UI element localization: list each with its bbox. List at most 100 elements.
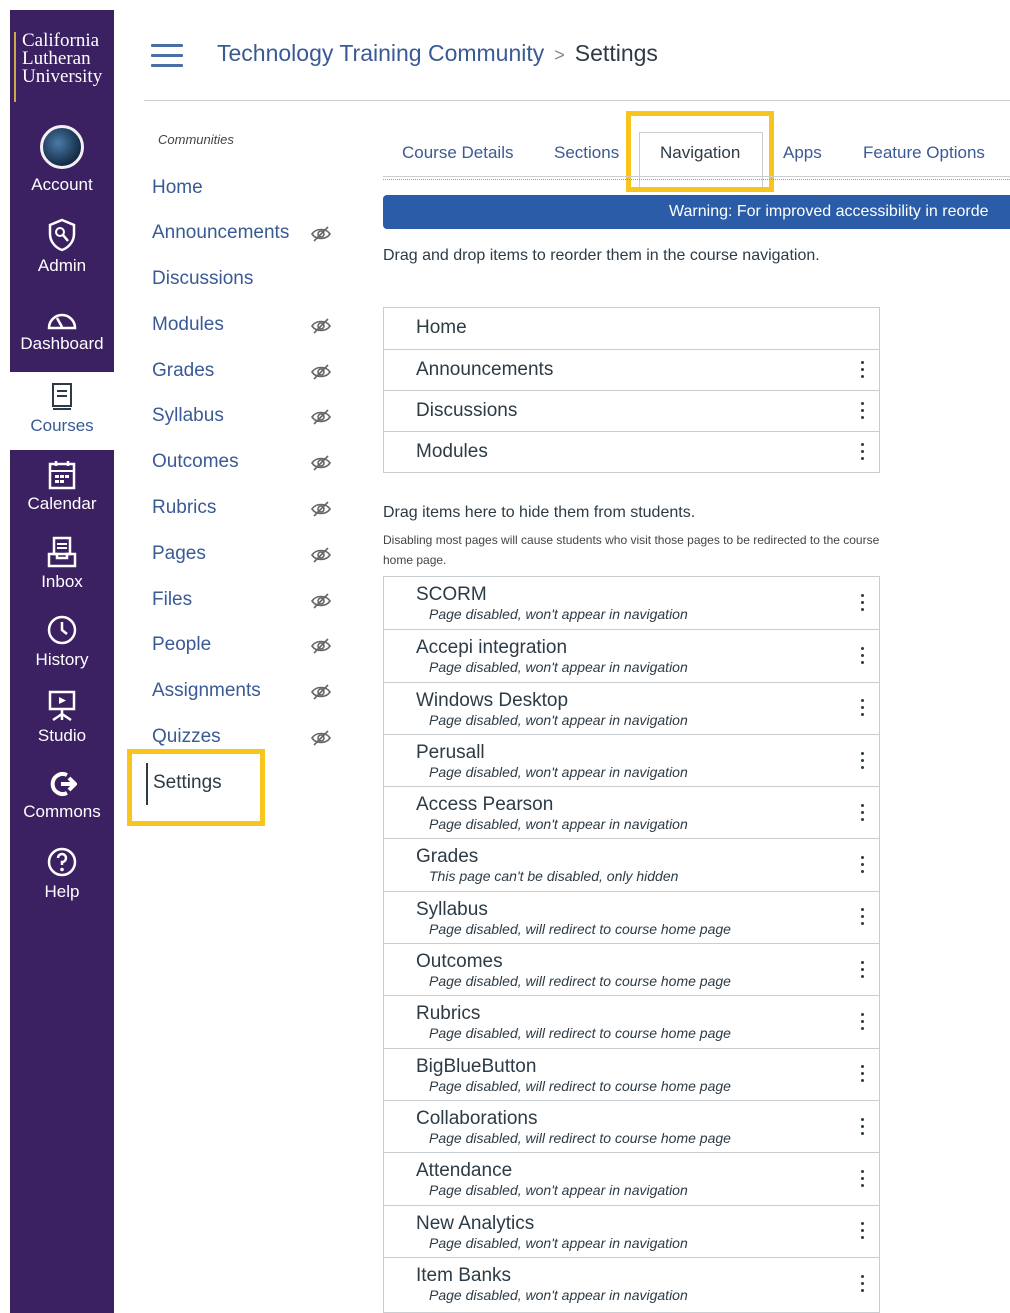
course-nav-item-discussions[interactable]: Discussions bbox=[152, 268, 253, 290]
hidden-eye-icon bbox=[310, 637, 332, 655]
hamburger-menu-button[interactable] bbox=[151, 44, 183, 68]
accessibility-warning-banner: Warning: For improved accessibility in r… bbox=[383, 195, 1010, 229]
global-nav-dashboard[interactable]: Dashboard bbox=[10, 308, 114, 354]
hidden-item-status: Page disabled, will redirect to course h… bbox=[429, 973, 731, 990]
global-nav-studio[interactable]: Studio bbox=[10, 690, 114, 746]
item-options-kebab-icon[interactable] bbox=[861, 361, 865, 379]
global-nav-label: Dashboard bbox=[20, 334, 104, 353]
item-options-kebab-icon[interactable] bbox=[861, 960, 865, 979]
global-nav-history[interactable]: History bbox=[10, 614, 114, 670]
item-options-kebab-icon[interactable] bbox=[861, 803, 865, 822]
hidden-item-row[interactable]: Collaborations Page disabled, will redire… bbox=[384, 1099, 879, 1152]
item-options-kebab-icon[interactable] bbox=[861, 1117, 865, 1136]
item-options-kebab-icon[interactable] bbox=[861, 856, 865, 874]
course-nav-item-grades[interactable]: Grades bbox=[152, 360, 214, 382]
global-nav-help[interactable]: Help bbox=[10, 846, 114, 902]
hidden-item-status: Page disabled, won't appear in navigatio… bbox=[429, 1234, 688, 1251]
shield-icon bbox=[48, 218, 76, 252]
course-nav-title: Communities bbox=[158, 132, 234, 147]
course-nav-item-assignments[interactable]: Assignments bbox=[152, 680, 261, 702]
item-options-kebab-icon[interactable] bbox=[861, 594, 865, 612]
course-nav-item-settings[interactable]: Settings bbox=[146, 763, 222, 805]
hidden-item-row[interactable]: Grades This page can't be disabled, only … bbox=[384, 838, 879, 890]
hidden-item-name: Grades bbox=[416, 846, 479, 868]
nav-item-row[interactable]: Home bbox=[384, 308, 879, 349]
nav-item-row[interactable]: Modules bbox=[384, 431, 879, 472]
course-nav-item-files[interactable]: Files bbox=[152, 589, 192, 611]
item-options-kebab-icon[interactable] bbox=[861, 751, 865, 770]
hidden-item-status: Page disabled, will redirect to course h… bbox=[429, 920, 731, 937]
nav-item-label: Discussions bbox=[416, 400, 518, 421]
course-nav-item-people[interactable]: People bbox=[152, 634, 211, 656]
global-nav-calendar[interactable]: Calendar bbox=[10, 460, 114, 514]
hidden-item-row[interactable]: Outcomes Page disabled, will redirect to … bbox=[384, 943, 879, 995]
book-icon bbox=[52, 383, 72, 410]
hidden-item-row[interactable]: Accepi integration Page disabled, won't a… bbox=[384, 629, 879, 681]
tab-course-details[interactable]: Course Details bbox=[402, 143, 514, 163]
global-nav-admin[interactable]: Admin bbox=[10, 218, 114, 276]
item-options-kebab-icon[interactable] bbox=[861, 908, 865, 926]
hidden-eye-icon bbox=[310, 317, 332, 335]
hidden-eye-icon bbox=[310, 546, 332, 564]
university-logo[interactable]: California Lutheran University bbox=[14, 31, 110, 102]
tab-apps[interactable]: Apps bbox=[783, 143, 822, 163]
hidden-item-status: Page disabled, won't appear in navigatio… bbox=[429, 1182, 688, 1199]
item-options-kebab-icon[interactable] bbox=[861, 402, 865, 420]
hidden-item-row[interactable]: Item Banks Page disabled, won't appear in… bbox=[384, 1256, 879, 1309]
hidden-item-row[interactable]: Windows Desktop Page disabled, won't appe… bbox=[384, 681, 879, 734]
header-divider bbox=[144, 100, 1010, 101]
course-nav-item-home[interactable]: Home bbox=[152, 177, 203, 199]
course-nav-item-pages[interactable]: Pages bbox=[152, 543, 206, 565]
hidden-item-name: Item Banks bbox=[416, 1264, 512, 1286]
calendar-icon bbox=[48, 461, 76, 490]
breadcrumb-course-link[interactable]: Technology Training Community bbox=[217, 40, 544, 66]
course-nav-item-syllabus[interactable]: Syllabus bbox=[152, 405, 224, 427]
nav-item-row[interactable]: Discussions bbox=[384, 390, 879, 431]
course-nav-item-modules[interactable]: Modules bbox=[152, 314, 224, 336]
global-nav-label: Account bbox=[31, 175, 93, 194]
global-navigation: California Lutheran University Account A… bbox=[10, 10, 114, 1313]
hidden-item-status: Page disabled, will redirect to course h… bbox=[429, 1129, 731, 1146]
hidden-item-row[interactable]: Perusall Page disabled, won't appear in n… bbox=[384, 733, 879, 786]
course-nav-item-announcements[interactable]: Announcements bbox=[152, 222, 289, 244]
item-options-kebab-icon[interactable] bbox=[861, 1065, 865, 1083]
hidden-item-row[interactable]: Rubrics Page disabled, will redirect to c… bbox=[384, 995, 879, 1047]
hidden-item-row[interactable]: BigBlueButton Page disabled, will redirec… bbox=[384, 1047, 879, 1100]
tab-feature-options[interactable]: Feature Options bbox=[863, 143, 985, 163]
nav-item-row[interactable]: Announcements bbox=[384, 349, 879, 390]
hidden-item-row[interactable]: SCORM Page disabled, won't appear in navi… bbox=[384, 577, 879, 629]
hidden-eye-icon bbox=[310, 729, 332, 747]
hidden-item-row[interactable]: New Analytics Page disabled, won't appear… bbox=[384, 1204, 879, 1257]
hidden-eye-icon bbox=[310, 408, 332, 426]
hidden-item-row[interactable]: Syllabus Page disabled, will redirect to … bbox=[384, 890, 879, 943]
item-options-kebab-icon[interactable] bbox=[861, 443, 865, 461]
hidden-item-row[interactable]: Attendance Page disabled, won't appear in… bbox=[384, 1152, 879, 1204]
item-options-kebab-icon[interactable] bbox=[861, 1222, 865, 1240]
logo-line: University bbox=[22, 66, 103, 87]
tab-sections[interactable]: Sections bbox=[554, 143, 619, 163]
breadcrumb-separator: > bbox=[554, 45, 565, 65]
item-options-kebab-icon[interactable] bbox=[861, 1169, 865, 1188]
course-nav-item-quizzes[interactable]: Quizzes bbox=[152, 726, 221, 748]
item-options-kebab-icon[interactable] bbox=[861, 1274, 865, 1293]
hidden-item-name: Perusall bbox=[416, 741, 485, 763]
global-nav-commons[interactable]: Commons bbox=[10, 770, 114, 822]
tab-divider bbox=[383, 176, 1010, 177]
course-nav-item-rubrics[interactable]: Rubrics bbox=[152, 497, 216, 519]
avatar-icon bbox=[40, 125, 84, 169]
hidden-item-name: Access Pearson bbox=[416, 794, 554, 816]
hidden-item-row[interactable]: Access Pearson Page disabled, won't appea… bbox=[384, 786, 879, 838]
item-options-kebab-icon[interactable] bbox=[861, 646, 865, 665]
hidden-item-status: This page can't be disabled, only hidden bbox=[429, 868, 679, 885]
global-nav-inbox[interactable]: Inbox bbox=[10, 536, 114, 592]
hidden-nav-items-list: SCORM Page disabled, won't appear in navi… bbox=[383, 576, 880, 1313]
global-nav-courses[interactable]: Courses bbox=[10, 372, 114, 450]
global-nav-account[interactable]: Account bbox=[10, 125, 114, 195]
hidden-eye-icon bbox=[310, 225, 332, 243]
global-nav-label: Calendar bbox=[27, 494, 97, 513]
item-options-kebab-icon[interactable] bbox=[861, 699, 865, 717]
course-nav-item-outcomes[interactable]: Outcomes bbox=[152, 451, 239, 473]
item-options-kebab-icon[interactable] bbox=[861, 1013, 865, 1031]
hidden-item-name: Syllabus bbox=[416, 898, 488, 920]
nav-item-label: Home bbox=[416, 317, 467, 338]
